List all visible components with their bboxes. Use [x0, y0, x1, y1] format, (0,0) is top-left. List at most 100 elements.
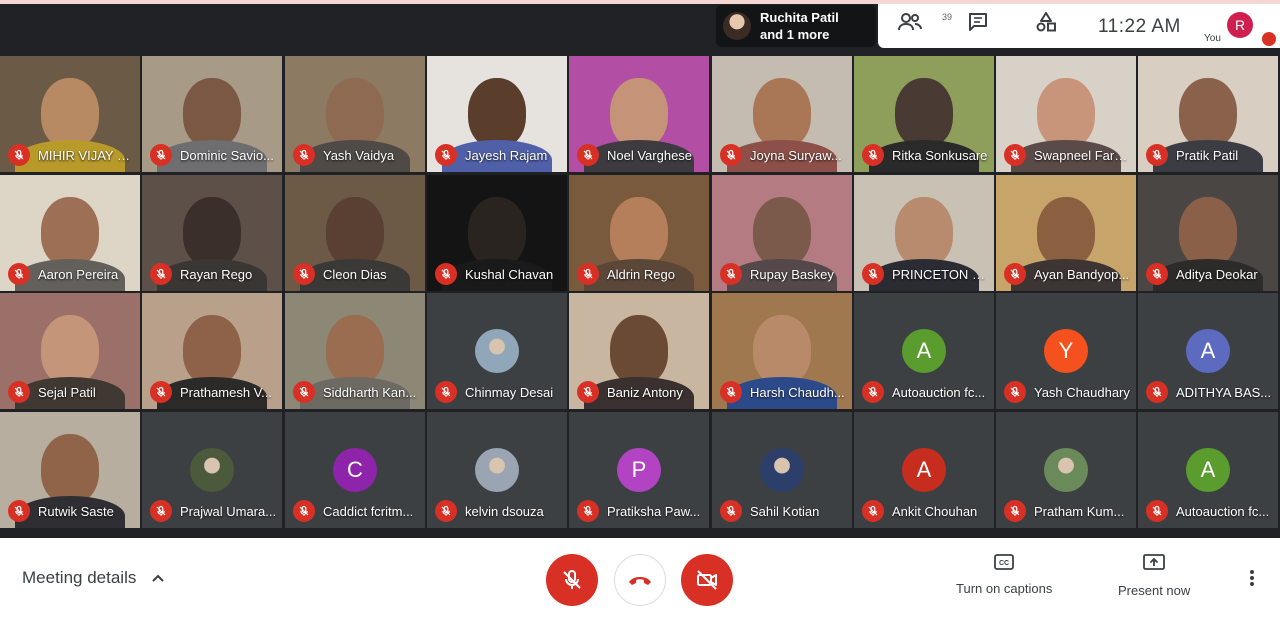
participant-tile[interactable]: Sahil Kotian	[712, 412, 852, 528]
muted-mic-icon	[862, 144, 884, 166]
participant-initial-avatar: Y	[1044, 329, 1088, 373]
muted-mic-icon	[435, 144, 457, 166]
participant-tile[interactable]: Baniz Antony	[569, 293, 709, 409]
participant-tile[interactable]: Y Yash Chaudhary	[996, 293, 1136, 409]
participant-name: Pratik Patil	[1176, 148, 1239, 163]
participant-initial-avatar: A	[902, 329, 946, 373]
meeting-details-button[interactable]: Meeting details	[22, 568, 136, 588]
muted-mic-icon	[1146, 381, 1168, 403]
participant-name: Aldrin Rego	[607, 267, 675, 282]
chevron-up-icon[interactable]	[150, 570, 166, 586]
participant-name: Aaron Pereira	[38, 267, 119, 282]
participant-tile[interactable]: Swapneel Farg...	[996, 56, 1136, 172]
present-now-button[interactable]: Present now	[1118, 554, 1190, 598]
participant-tile[interactable]: kelvin dsouza	[427, 412, 567, 528]
participant-tile[interactable]: Noel Varghese	[569, 56, 709, 172]
participant-tile[interactable]: Siddharth Kan...	[285, 293, 425, 409]
participant-name: Chinmay Desai	[465, 385, 554, 400]
participant-name: Harsh Chaudh...	[750, 385, 845, 400]
participant-tile[interactable]: Rupay Baskey	[712, 175, 852, 291]
participant-tile[interactable]: Ayan Bandyop...	[996, 175, 1136, 291]
participant-name: Rutwik Saste	[38, 504, 114, 519]
participant-tile[interactable]: Pratik Patil	[1138, 56, 1278, 172]
camera-off-icon	[697, 570, 717, 590]
participant-tile[interactable]: Yash Vaidya	[285, 56, 425, 172]
participant-tile[interactable]: Rayan Rego	[142, 175, 282, 291]
camera-toggle-button[interactable]	[681, 554, 733, 606]
participant-name: Jayesh Rajam	[465, 148, 548, 163]
shapes-icon	[1036, 12, 1056, 32]
muted-mic-icon	[862, 500, 884, 522]
participant-tile[interactable]: PRINCETON D...	[854, 175, 994, 291]
participant-tile[interactable]: Aaron Pereira	[0, 175, 140, 291]
self-label: You	[1204, 33, 1221, 44]
muted-mic-icon	[1146, 263, 1168, 285]
participant-tile[interactable]: Joyna Suryaw...	[712, 56, 852, 172]
participant-tile[interactable]: Jayesh Rajam	[427, 56, 567, 172]
leave-call-button[interactable]	[614, 554, 666, 606]
participant-tile[interactable]: MIHIR VIJAY B...	[0, 56, 140, 172]
participant-name: ADITHYA BAS...	[1176, 385, 1272, 400]
participant-tile[interactable]: Dominic Savio...	[142, 56, 282, 172]
muted-mic-icon	[435, 500, 457, 522]
participant-tile[interactable]: A Autoauction fc...	[854, 293, 994, 409]
muted-mic-icon	[1004, 144, 1026, 166]
muted-mic-icon	[577, 263, 599, 285]
participant-tile[interactable]: Rutwik Saste	[0, 412, 140, 528]
participant-tile[interactable]: Prajwal Umara...	[142, 412, 282, 528]
participant-tile[interactable]: A Ankit Chouhan	[854, 412, 994, 528]
participant-tile[interactable]: Chinmay Desai	[427, 293, 567, 409]
more-options-icon[interactable]	[1244, 568, 1260, 588]
muted-mic-icon	[8, 144, 30, 166]
muted-mic-icon	[577, 144, 599, 166]
participant-tile[interactable]: Aldrin Rego	[569, 175, 709, 291]
participant-tile[interactable]: A Autoauction fc...	[1138, 412, 1278, 528]
muted-mic-icon	[150, 500, 172, 522]
muted-mic-icon	[862, 263, 884, 285]
participant-initial-avatar: A	[902, 448, 946, 492]
participant-name: Kushal Chavan	[465, 267, 554, 282]
participant-name: Autoauction fc...	[1176, 504, 1270, 519]
mic-toggle-button[interactable]	[546, 554, 598, 606]
participant-photo-avatar	[190, 448, 234, 492]
active-speaker-indicator[interactable]: Ruchita Patil and 1 more	[716, 5, 876, 47]
people-icon	[898, 13, 922, 31]
mic-off-icon	[563, 570, 581, 589]
participant-tile[interactable]: Cleon Dias	[285, 175, 425, 291]
speaker-avatar	[723, 12, 751, 40]
participant-tile[interactable]: Aditya Deokar	[1138, 175, 1278, 291]
people-button[interactable]	[892, 4, 928, 40]
captions-icon: CC	[994, 554, 1015, 570]
participant-name: Noel Varghese	[607, 148, 693, 163]
hang-up-icon	[629, 577, 651, 585]
participant-grid: MIHIR VIJAY B... Dominic Savio... Yash Vai…	[0, 56, 1280, 530]
participant-tile[interactable]: Ritka Sonkusare	[854, 56, 994, 172]
chat-button[interactable]	[960, 4, 996, 40]
participant-tile[interactable]: Pratham Kum...	[996, 412, 1136, 528]
participant-name: Dominic Savio...	[180, 148, 274, 163]
participant-initial-avatar: C	[333, 448, 377, 492]
muted-mic-icon	[293, 263, 315, 285]
captions-button[interactable]: CC Turn on captions	[956, 554, 1052, 596]
participant-photo-avatar	[760, 448, 804, 492]
participant-tile[interactable]: A ADITHYA BAS...	[1138, 293, 1278, 409]
muted-mic-icon	[862, 381, 884, 403]
muted-mic-icon	[577, 381, 599, 403]
participant-initial-avatar: A	[1186, 448, 1230, 492]
participant-tile[interactable]: P Pratiksha Paw...	[569, 412, 709, 528]
participant-tile[interactable]: C Caddict fcritm...	[285, 412, 425, 528]
participant-name: Pratiksha Paw...	[607, 504, 701, 519]
participant-name: Rayan Rego	[180, 267, 253, 282]
muted-mic-icon	[293, 381, 315, 403]
participant-tile[interactable]: Sejal Patil	[0, 293, 140, 409]
participant-tile[interactable]: Harsh Chaudh...	[712, 293, 852, 409]
participant-tile[interactable]: Prathamesh V...	[142, 293, 282, 409]
participant-name: Sahil Kotian	[750, 504, 820, 519]
speaker-more: and 1 more	[760, 27, 830, 42]
participant-tile[interactable]: Kushal Chavan	[427, 175, 567, 291]
chat-icon	[969, 13, 987, 31]
muted-mic-icon	[577, 500, 599, 522]
participant-name: Siddharth Kan...	[323, 385, 417, 400]
activities-button[interactable]	[1028, 4, 1064, 40]
muted-mic-icon	[293, 500, 315, 522]
